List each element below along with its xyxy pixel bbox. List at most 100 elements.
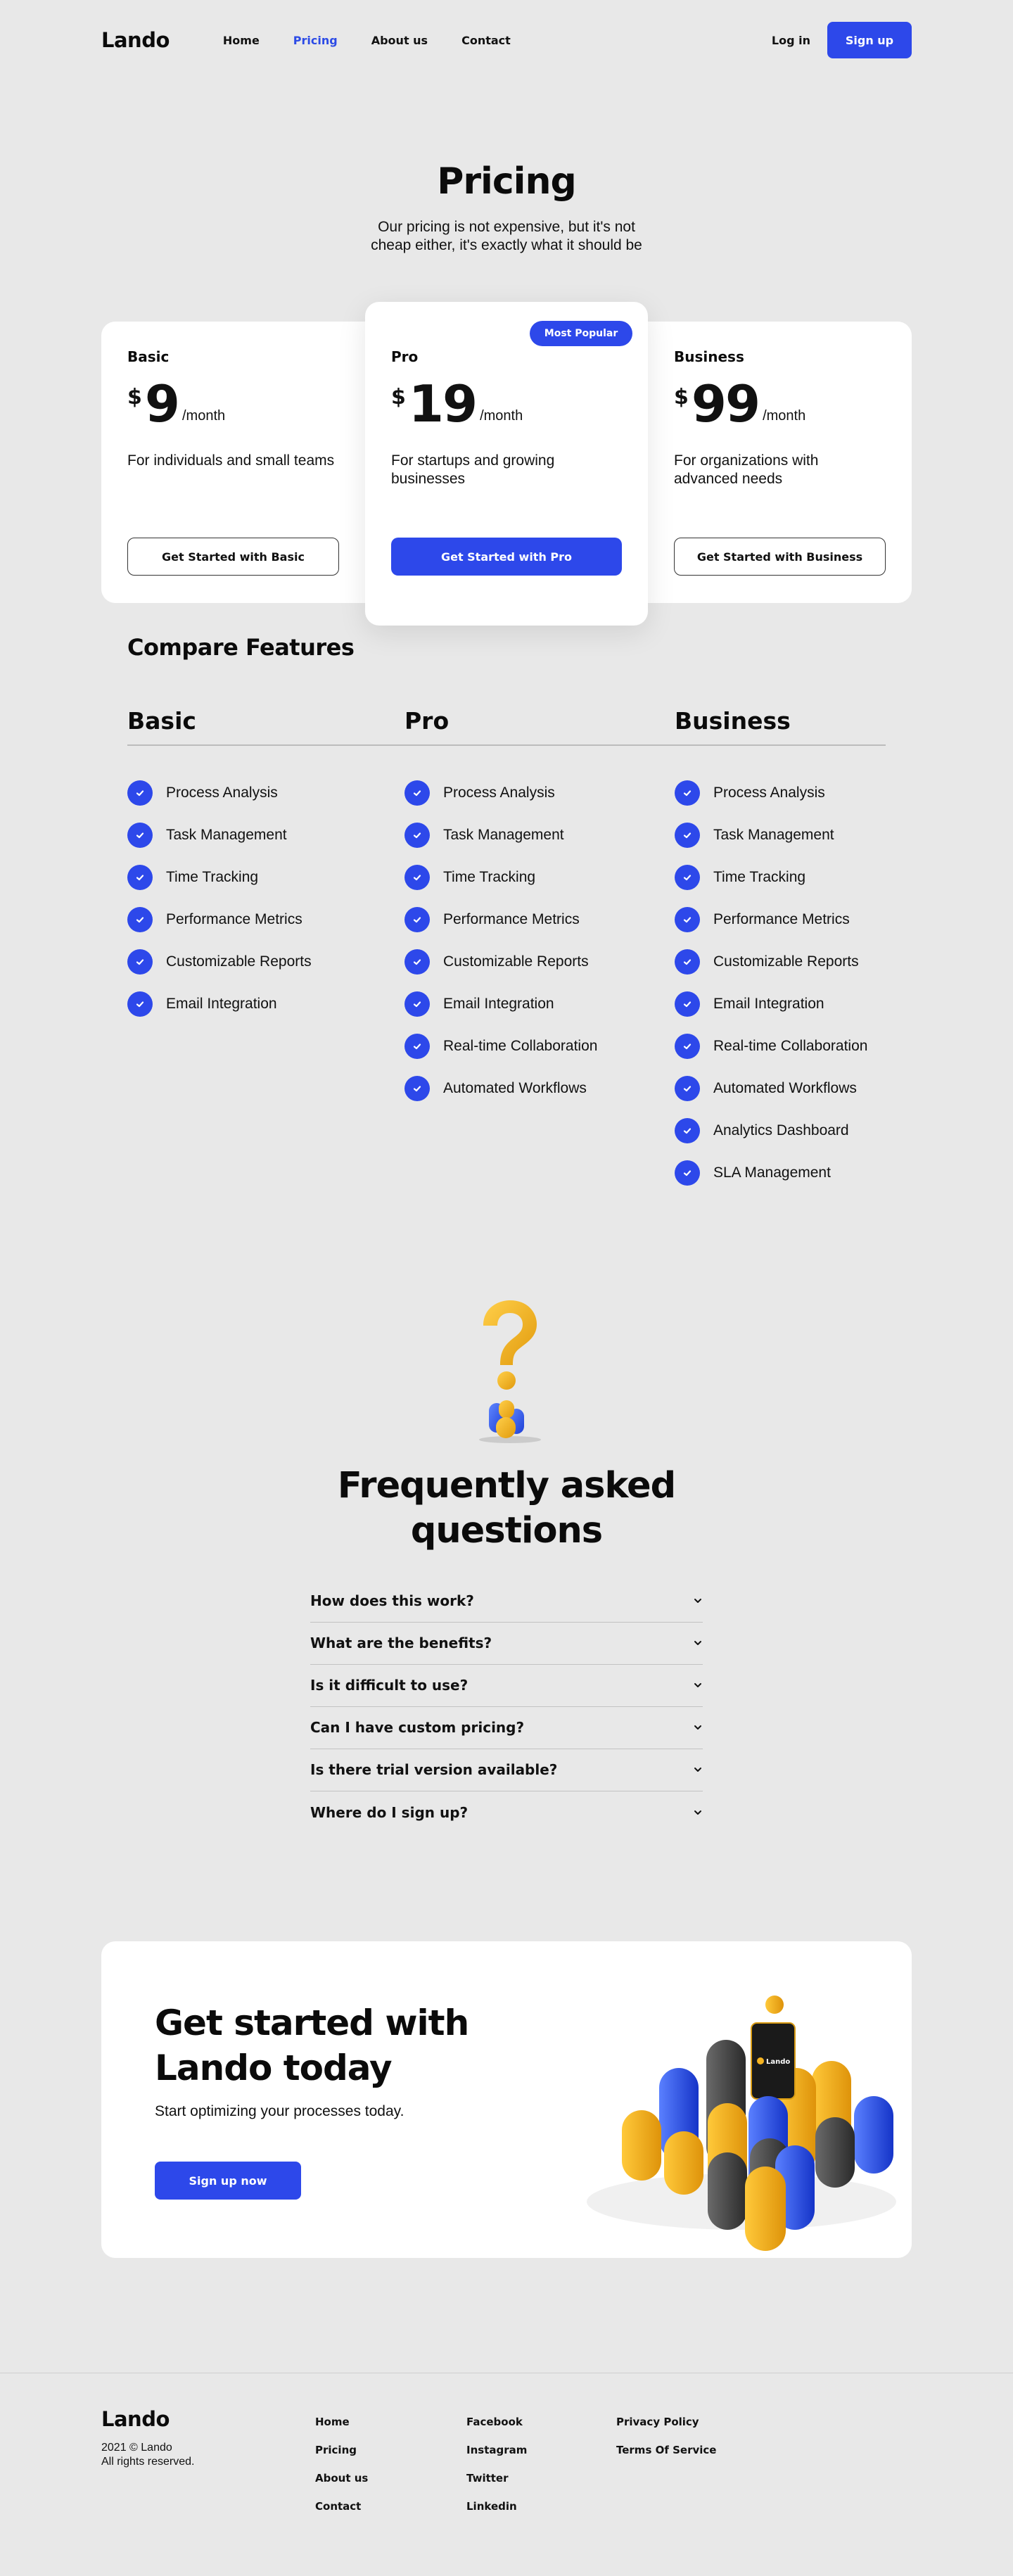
feature-label: Email Integration	[713, 995, 824, 1012]
faq-item[interactable]: How does this work?	[310, 1580, 703, 1623]
feature-label: Process Analysis	[713, 784, 825, 801]
faq-item[interactable]: Can I have custom pricing?	[310, 1707, 703, 1749]
footer: Lando 2021 © Lando All rights reserved. …	[0, 2373, 1013, 2576]
footer-link-privacy[interactable]: Privacy Policy	[616, 2416, 716, 2444]
price-period: /month	[763, 408, 806, 424]
login-link[interactable]: Log in	[772, 34, 810, 47]
feature-item: Customizable Reports	[404, 941, 675, 983]
checkmark-icon	[404, 822, 430, 848]
feature-label: Performance Metrics	[713, 911, 850, 927]
checkmark-icon	[404, 948, 430, 975]
chevron-down-icon	[693, 1761, 703, 1778]
footer-link-pricing[interactable]: Pricing	[315, 2444, 368, 2472]
feature-label: Performance Metrics	[166, 911, 302, 927]
faq-item[interactable]: Is it difficult to use?	[310, 1665, 703, 1707]
nav-actions: Log in Sign up	[772, 22, 912, 58]
footer-link-contact[interactable]: Contact	[315, 2500, 368, 2528]
checkmark-icon	[675, 906, 700, 932]
signup-button[interactable]: Sign up	[827, 22, 912, 58]
faq-item[interactable]: Is there trial version available?	[310, 1749, 703, 1791]
feature-item: Time Tracking	[127, 856, 404, 899]
chevron-down-icon	[693, 1804, 703, 1821]
logo[interactable]: Lando	[101, 28, 170, 52]
feature-label: Time Tracking	[166, 868, 259, 885]
get-started-pro-button[interactable]: Get Started with Pro	[391, 538, 622, 576]
phone-logo: Lando	[766, 2058, 790, 2066]
most-popular-badge: Most Popular	[530, 321, 632, 346]
page-title: Pricing	[437, 160, 576, 203]
plan-description: For organizations with advanced needs	[674, 452, 819, 487]
footer-link-facebook[interactable]: Facebook	[466, 2416, 527, 2444]
price-currency: $	[391, 385, 406, 410]
checkmark-icon	[675, 1033, 700, 1059]
plan-description: For individuals and small teams	[127, 452, 335, 469]
footer-logo[interactable]: Lando	[101, 2407, 170, 2431]
feature-label: Task Management	[166, 826, 287, 843]
checkmark-icon	[675, 1075, 700, 1101]
checkmark-icon	[404, 1075, 430, 1101]
feature-label: Real-time Collaboration	[443, 1037, 598, 1054]
feature-label: Automated Workflows	[443, 1079, 587, 1096]
footer-link-twitter[interactable]: Twitter	[466, 2472, 527, 2500]
price-amount: 99	[691, 374, 760, 433]
checkmark-icon	[127, 948, 153, 975]
compare-column-basic: Process Analysis Task Management Time Trac…	[127, 772, 404, 1194]
footer-link-instagram[interactable]: Instagram	[466, 2444, 527, 2472]
plan-name: Basic	[127, 348, 170, 365]
price-amount: 9	[144, 374, 180, 433]
checkmark-icon	[675, 991, 700, 1017]
compare-title: Compare Features	[127, 634, 355, 661]
price-currency: $	[127, 385, 142, 410]
footer-link-home[interactable]: Home	[315, 2416, 368, 2444]
checkmark-icon	[127, 991, 153, 1017]
cta-subtitle: Start optimizing your processes today.	[155, 2103, 404, 2119]
feature-item: Time Tracking	[404, 856, 675, 899]
checkmark-icon	[675, 1117, 700, 1143]
nav-link-about[interactable]: About us	[371, 34, 428, 47]
top-nav: Lando Home Pricing About us Contact Log …	[101, 0, 912, 80]
question-mark-illustration	[479, 1300, 541, 1443]
plan-name: Pro	[391, 348, 419, 365]
footer-legal-links: Privacy Policy Terms Of Service	[616, 2416, 716, 2472]
footer-copyright: 2021 © Lando All rights reserved.	[101, 2441, 195, 2469]
plan-price: $ 19 /month	[391, 379, 622, 429]
nav-links: Home Pricing About us Contact	[223, 34, 544, 47]
footer-link-linkedin[interactable]: Linkedin	[466, 2500, 527, 2528]
feature-item: Process Analysis	[404, 772, 675, 814]
faq-item[interactable]: Where do I sign up?	[310, 1791, 703, 1834]
feature-label: Customizable Reports	[443, 953, 589, 970]
checkmark-icon	[127, 822, 153, 848]
feature-label: Process Analysis	[443, 784, 555, 801]
feature-item: Real-time Collaboration	[675, 1025, 867, 1067]
feature-item: Customizable Reports	[127, 941, 404, 983]
signup-now-button[interactable]: Sign up now	[155, 2162, 301, 2200]
footer-link-about[interactable]: About us	[315, 2472, 368, 2500]
feature-label: Time Tracking	[713, 868, 806, 885]
footer-link-terms[interactable]: Terms Of Service	[616, 2444, 716, 2472]
plan-card-pro: Most Popular Pro $ 19 /month For startup…	[365, 302, 648, 626]
feature-label: Task Management	[443, 826, 564, 843]
faq-question: What are the benefits?	[310, 1635, 492, 1651]
feature-item: Performance Metrics	[404, 899, 675, 941]
plan-name: Business	[674, 348, 744, 365]
feature-item: Analytics Dashboard	[675, 1110, 867, 1152]
nav-link-contact[interactable]: Contact	[461, 34, 511, 47]
feature-label: Analytics Dashboard	[713, 1122, 849, 1138]
footer-nav-links: Home Pricing About us Contact	[315, 2416, 368, 2528]
feature-item: SLA Management	[675, 1152, 867, 1194]
get-started-basic-button[interactable]: Get Started with Basic	[127, 538, 339, 576]
faq-title: Frequently asked questions	[337, 1464, 676, 1552]
feature-item: Performance Metrics	[127, 899, 404, 941]
get-started-business-button[interactable]: Get Started with Business	[674, 538, 886, 576]
faq-item[interactable]: What are the benefits?	[310, 1623, 703, 1665]
plan-price: $ 99 /month	[674, 374, 886, 433]
chevron-down-icon	[693, 1592, 703, 1609]
compare-columns: Process Analysis Task Management Time Trac…	[127, 772, 886, 1194]
nav-link-pricing[interactable]: Pricing	[293, 34, 338, 47]
plan-card-basic: Basic $ 9 /month For individuals and sma…	[101, 322, 365, 576]
feature-label: Real-time Collaboration	[713, 1037, 868, 1054]
faq-question: Where do I sign up?	[310, 1803, 469, 1821]
feature-label: SLA Management	[713, 1164, 831, 1181]
nav-link-home[interactable]: Home	[223, 34, 260, 47]
feature-label: Automated Workflows	[713, 1079, 857, 1096]
